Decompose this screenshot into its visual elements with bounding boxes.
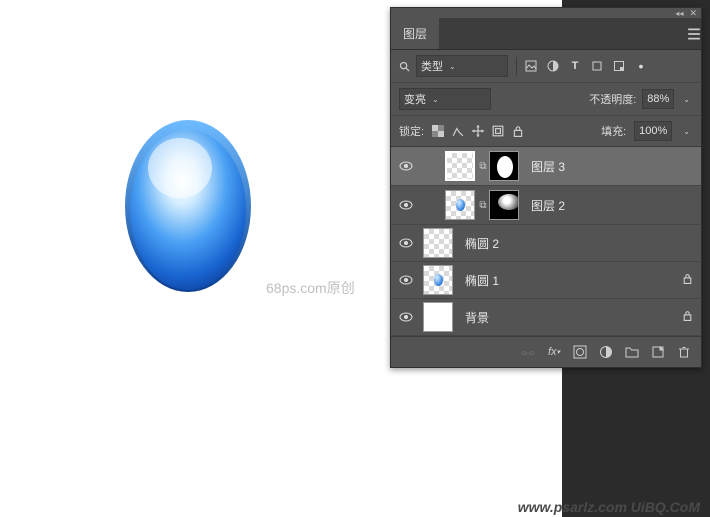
panel-topbar: ◂◂ ✕ (391, 8, 701, 18)
fill-label: 填充: (601, 123, 626, 139)
adjustment-filter-icon[interactable] (547, 60, 559, 72)
close-icon[interactable]: ✕ (689, 8, 697, 19)
tab-layers[interactable]: 图层 (391, 18, 439, 49)
new-layer-icon[interactable] (651, 345, 665, 359)
layer-row[interactable]: ⧉ 图层 3 (391, 147, 701, 186)
layer-row[interactable]: 椭圆 1 (391, 262, 701, 299)
chevron-down-icon: ⌄ (432, 95, 439, 104)
search-icon (399, 61, 410, 72)
layer-thumb[interactable] (423, 265, 453, 295)
blend-row: 变亮 ⌄ 不透明度: 88% ⌄ (391, 83, 701, 116)
lock-all-icon[interactable] (512, 125, 524, 137)
chevron-down-icon[interactable]: ⌄ (680, 95, 693, 104)
lock-icon (682, 310, 693, 324)
layer-name[interactable]: 背景 (465, 309, 489, 326)
artwork-blue-egg (122, 112, 254, 294)
layer-row[interactable]: 椭圆 2 (391, 225, 701, 262)
layer-thumb[interactable] (423, 228, 453, 258)
layer-name[interactable]: 图层 3 (531, 158, 565, 175)
lock-label: 锁定: (399, 123, 424, 139)
collapse-icon[interactable]: ◂◂ (675, 9, 683, 18)
filter-row: 类型 ⌄ T • (391, 50, 701, 83)
mask-icon[interactable] (573, 345, 587, 359)
mask-link-icon[interactable]: ⧉ (478, 200, 488, 211)
mask-link-icon[interactable]: ⧉ (478, 161, 488, 172)
layer-name[interactable]: 椭圆 1 (465, 272, 499, 289)
dot-toggle-icon[interactable]: • (635, 60, 647, 72)
layer-thumb[interactable] (445, 151, 475, 181)
panel-tabs: 图层 (391, 18, 701, 50)
layers-panel: ◂◂ ✕ 图层 类型 ⌄ T • 变亮 ⌄ 不透明度: (390, 7, 702, 368)
layer-name[interactable]: 椭圆 2 (465, 235, 499, 252)
layers-list: ⧉ 图层 3 ⧉ 图层 2 椭圆 2 椭圆 1 (391, 147, 701, 336)
fx-icon[interactable]: fx▾ (547, 345, 561, 359)
layer-filter-type-label: 类型 (421, 58, 443, 74)
text-filter-icon[interactable]: T (569, 60, 581, 72)
panel-footer: ⧟ fx▾ (391, 336, 701, 367)
footer-watermark-text: www.psarlz.com UiBQ.CoM (518, 499, 700, 515)
blend-mode-dropdown[interactable]: 变亮 ⌄ (399, 88, 491, 110)
lock-artboard-icon[interactable] (492, 125, 504, 137)
layer-filter-type-dropdown[interactable]: 类型 ⌄ (416, 55, 508, 77)
panel-menu-icon[interactable] (687, 18, 701, 49)
link-icon[interactable]: ⧟ (521, 345, 535, 359)
mask-thumb[interactable] (489, 151, 519, 181)
filter-icon-strip: T • (525, 60, 647, 72)
fill-value: 100% (639, 125, 667, 137)
layer-thumb[interactable] (423, 302, 453, 332)
lock-transparent-icon[interactable] (432, 125, 444, 137)
layer-row[interactable]: 背景 (391, 299, 701, 336)
adjust-icon[interactable] (599, 345, 613, 359)
smartobject-filter-icon[interactable] (613, 60, 625, 72)
lock-icon (682, 273, 693, 287)
lock-position-icon[interactable] (472, 125, 484, 137)
opacity-input[interactable]: 88% (642, 89, 674, 109)
eye-icon[interactable] (399, 273, 413, 287)
chevron-down-icon: ⌄ (449, 62, 456, 71)
layer-thumb[interactable] (445, 190, 475, 220)
lock-image-icon[interactable] (452, 125, 464, 137)
divider (516, 57, 517, 75)
lock-icon-strip (432, 125, 524, 137)
image-filter-icon[interactable] (525, 60, 537, 72)
lock-row: 锁定: 填充: 100% ⌄ (391, 116, 701, 147)
fill-input[interactable]: 100% (634, 121, 672, 141)
shape-filter-icon[interactable] (591, 60, 603, 72)
opacity-label: 不透明度: (589, 91, 636, 107)
group-icon[interactable] (625, 345, 639, 359)
watermark-text: 68ps.com原创 (266, 278, 355, 298)
trash-icon[interactable] (677, 345, 691, 359)
eye-icon[interactable] (399, 198, 413, 212)
eye-icon[interactable] (399, 236, 413, 250)
layer-row[interactable]: ⧉ 图层 2 (391, 186, 701, 225)
blend-mode-label: 变亮 (404, 91, 426, 107)
eye-icon[interactable] (399, 310, 413, 324)
layer-name[interactable]: 图层 2 (531, 197, 565, 214)
opacity-value: 88% (647, 93, 669, 105)
mask-thumb[interactable] (489, 190, 519, 220)
chevron-down-icon[interactable]: ⌄ (680, 127, 693, 136)
eye-icon[interactable] (399, 159, 413, 173)
